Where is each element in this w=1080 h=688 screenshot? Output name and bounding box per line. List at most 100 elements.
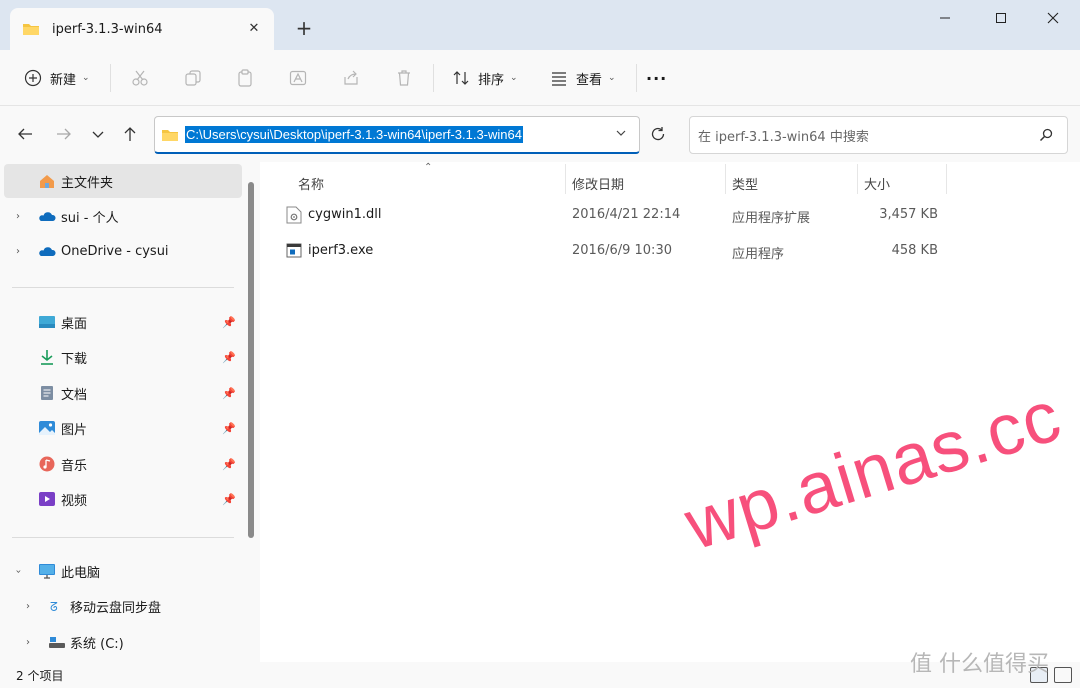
sort-button[interactable]: 排序 ⌄	[452, 62, 518, 94]
sidebar-item-label: 系统 (C:)	[70, 636, 124, 652]
sidebar-item-music[interactable]: 音乐 📌	[4, 447, 242, 481]
sidebar-item-this-pc[interactable]: › 此电脑	[4, 554, 242, 588]
back-button[interactable]	[11, 120, 39, 148]
up-button[interactable]	[116, 120, 144, 148]
column-header-type[interactable]: 类型	[732, 168, 758, 198]
cut-icon	[132, 70, 148, 86]
sidebar-item-label: 主文件夹	[61, 175, 114, 191]
column-divider[interactable]	[565, 164, 566, 194]
view-button[interactable]: 查看 ⌄	[550, 62, 616, 94]
add-circle-icon	[24, 69, 42, 87]
download-icon	[41, 350, 53, 365]
recent-locations-button[interactable]	[84, 120, 112, 148]
cut-button[interactable]	[126, 64, 154, 92]
column-divider[interactable]	[725, 164, 726, 194]
exe-file-icon	[286, 243, 302, 258]
desktop-icon	[39, 316, 55, 328]
chevron-down-icon: ⌄	[82, 73, 90, 83]
sort-label: 排序	[478, 72, 505, 88]
sidebar-item-cloud-drive[interactable]: › ᘔ 移动云盘同步盘	[4, 589, 242, 623]
chevron-right-icon[interactable]: ›	[26, 601, 30, 612]
file-size: 458 KB	[891, 243, 938, 258]
sidebar-item-documents[interactable]: 文档 📌	[4, 376, 242, 410]
sidebar-divider	[12, 537, 234, 538]
pin-icon[interactable]: 📌	[222, 458, 236, 471]
search-input[interactable]: 在 iperf-3.1.3-win64 中搜索	[689, 116, 1068, 154]
sidebar-scrollbar[interactable]	[248, 182, 254, 538]
sidebar-item-desktop[interactable]: 桌面 📌	[4, 305, 242, 339]
file-modified: 2016/4/21 22:14	[572, 207, 681, 222]
video-icon	[39, 492, 55, 506]
paste-button[interactable]	[231, 64, 259, 92]
address-path[interactable]: C:\Users\cysui\Desktop\iperf-3.1.3-win64…	[185, 126, 523, 143]
new-label: 新建	[50, 72, 77, 88]
delete-button[interactable]	[390, 64, 418, 92]
chevron-right-icon[interactable]: ›	[16, 246, 20, 257]
close-button[interactable]	[1030, 4, 1076, 32]
refresh-button[interactable]	[644, 120, 672, 148]
new-button[interactable]: 新建 ⌄	[24, 62, 90, 94]
copy-button[interactable]	[179, 64, 207, 92]
address-row: C:\Users\cysui\Desktop\iperf-3.1.3-win64…	[0, 106, 1080, 162]
music-icon	[39, 456, 55, 472]
column-header-size[interactable]: 大小	[864, 168, 890, 198]
sidebar-item-label: 移动云盘同步盘	[70, 600, 162, 616]
title-bar: iperf-3.1.3-win64 ✕ +	[0, 0, 1080, 50]
tab-current[interactable]: iperf-3.1.3-win64 ✕	[10, 8, 274, 50]
chevron-right-icon[interactable]: ›	[16, 211, 20, 222]
command-bar: 新建 ⌄ 排序 ⌄ 查看 ⌄ ···	[0, 50, 1080, 106]
chevron-down-icon[interactable]: ›	[13, 569, 24, 573]
more-options-button[interactable]: ···	[646, 62, 667, 94]
folder-icon	[162, 129, 178, 141]
sidebar-item-label: 下载	[61, 351, 88, 367]
pin-icon[interactable]: 📌	[222, 493, 236, 506]
sidebar-item-onedrive-cysui[interactable]: › OneDrive - cysui	[4, 234, 242, 268]
chevron-down-icon	[92, 131, 104, 138]
minimize-icon	[940, 17, 950, 19]
chevron-down-icon: ⌄	[510, 73, 518, 83]
table-row[interactable]: cygwin1.dll 2016/4/21 22:14 应用程序扩展 3,457…	[280, 199, 960, 231]
rename-button[interactable]	[284, 64, 312, 92]
chevron-right-icon[interactable]: ›	[26, 637, 30, 648]
pin-icon[interactable]: 📌	[222, 316, 236, 329]
pin-icon[interactable]: 📌	[222, 422, 236, 435]
copy-icon	[185, 70, 201, 86]
file-type: 应用程序	[732, 247, 785, 262]
sidebar-item-videos[interactable]: 视频 📌	[4, 482, 242, 516]
drive-icon	[49, 637, 65, 648]
view-list-icon	[552, 72, 566, 86]
table-row[interactable]: iperf3.exe 2016/6/9 10:30 应用程序 458 KB	[280, 235, 960, 267]
tiles-view-button[interactable]	[1054, 667, 1072, 683]
smzdm-logo-icon: 值	[910, 652, 939, 677]
column-divider[interactable]	[857, 164, 858, 194]
forward-button[interactable]	[50, 120, 78, 148]
new-tab-button[interactable]: +	[292, 16, 316, 40]
file-name: iperf3.exe	[308, 243, 374, 258]
sidebar-item-drive-c[interactable]: › 系统 (C:)	[4, 625, 242, 659]
sidebar-item-pictures[interactable]: 图片 📌	[4, 411, 242, 445]
sidebar-item-home[interactable]: 主文件夹	[4, 164, 242, 198]
minimize-button[interactable]	[922, 4, 968, 32]
column-header-modified[interactable]: 修改日期	[572, 168, 624, 198]
column-header-name[interactable]: 名称	[298, 168, 324, 198]
sidebar-item-onedrive-personal[interactable]: › sui - 个人	[4, 199, 242, 233]
sort-icon	[453, 71, 469, 85]
address-bar[interactable]: C:\Users\cysui\Desktop\iperf-3.1.3-win64…	[154, 116, 640, 154]
rename-icon	[289, 70, 307, 86]
sidebar-item-label: 音乐	[61, 458, 88, 474]
pin-icon[interactable]: 📌	[222, 351, 236, 364]
sidebar-item-label: 图片	[61, 422, 88, 438]
toolbar-divider	[636, 64, 637, 92]
document-icon	[41, 386, 53, 400]
sidebar-item-downloads[interactable]: 下载 📌	[4, 340, 242, 374]
column-divider[interactable]	[946, 164, 947, 194]
tab-close-icon[interactable]: ✕	[244, 19, 264, 39]
maximize-icon	[996, 13, 1006, 23]
maximize-button[interactable]	[978, 4, 1024, 32]
share-button[interactable]	[337, 64, 365, 92]
chevron-down-icon[interactable]	[615, 127, 627, 139]
file-modified: 2016/6/9 10:30	[572, 243, 672, 258]
file-name: cygwin1.dll	[308, 207, 382, 222]
arrow-right-icon	[57, 128, 71, 140]
pin-icon[interactable]: 📌	[222, 387, 236, 400]
